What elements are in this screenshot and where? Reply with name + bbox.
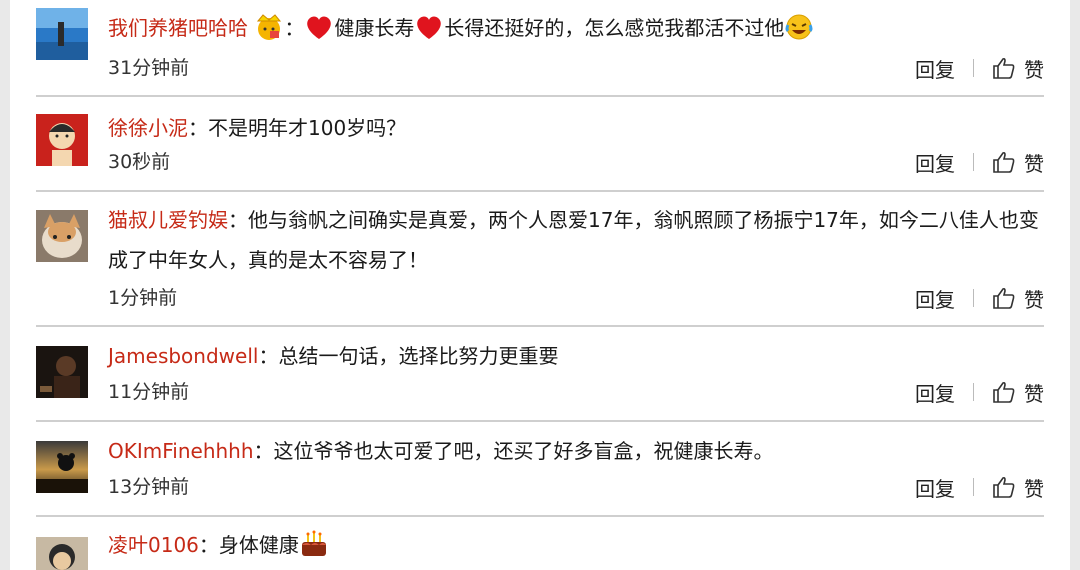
comment-body: 徐徐小泥：不是明年才100岁吗？ bbox=[108, 116, 407, 140]
username-link[interactable]: 我们养猪吧哈哈 bbox=[108, 16, 248, 40]
username-link[interactable]: 徐徐小泥 bbox=[108, 116, 188, 140]
thumbs-up-icon[interactable] bbox=[992, 56, 1016, 80]
comment-text: 这位爷爷也太可爱了吧，还买了好多盲盒，祝健康长寿。 bbox=[273, 439, 774, 463]
comment-body: 我们养猪吧哈哈 ： 健康长寿 长得还挺好的，怎么感觉我都活不过他 bbox=[108, 8, 1044, 48]
divider bbox=[36, 325, 1044, 327]
comment-item: 凌叶0106：身体健康 bbox=[36, 525, 1044, 570]
comment-text: 总结一句话，选择比努力更重要 bbox=[278, 344, 559, 368]
comment-actions: 回复 赞 bbox=[915, 284, 1044, 312]
comment-item: 猫叔儿爱钓娱：他与翁帆之间确实是真爱，两个人恩爱17年，翁帆照顾了杨振宁17年，… bbox=[36, 200, 1044, 318]
divider bbox=[36, 515, 1044, 517]
reply-button[interactable]: 回复 bbox=[915, 473, 955, 502]
reply-button[interactable]: 回复 bbox=[915, 148, 955, 177]
username-link[interactable]: OKImFinehhhh bbox=[108, 439, 254, 463]
comment-text: 健康长寿 bbox=[334, 16, 415, 40]
comment-time: 31分钟前 bbox=[108, 57, 190, 79]
heart-icon bbox=[417, 16, 442, 39]
avatar[interactable] bbox=[36, 441, 88, 493]
thumbs-up-icon[interactable] bbox=[992, 380, 1016, 404]
thumbs-up-icon[interactable] bbox=[992, 475, 1016, 499]
action-separator bbox=[973, 153, 974, 171]
comment-time: 1分钟前 bbox=[108, 287, 178, 309]
like-button[interactable]: 赞 bbox=[1024, 54, 1044, 83]
comment-time: 11分钟前 bbox=[108, 381, 190, 403]
thumbs-up-icon[interactable] bbox=[992, 150, 1016, 174]
action-separator bbox=[973, 383, 974, 401]
comment-actions: 回复 赞 bbox=[915, 54, 1044, 82]
avatar[interactable] bbox=[36, 346, 88, 398]
divider bbox=[36, 190, 1044, 192]
like-button[interactable]: 赞 bbox=[1024, 284, 1044, 313]
divider bbox=[36, 420, 1044, 422]
comment-body: OKImFinehhhh：这位爷爷也太可爱了吧，还买了好多盲盒，祝健康长寿。 bbox=[108, 439, 774, 463]
comment-text: 不是明年才100岁吗？ bbox=[208, 116, 407, 140]
comment-body: 凌叶0106：身体健康 bbox=[108, 525, 1044, 565]
comment-text: 身体健康 bbox=[218, 533, 299, 557]
divider bbox=[36, 95, 1044, 97]
comment-panel: 我们养猪吧哈哈 ： 健康长寿 长得还挺好的，怎么感觉我都活不过他 31分钟前 回 bbox=[10, 0, 1070, 570]
laughing-emoji-icon bbox=[785, 14, 813, 40]
comment-item: 我们养猪吧哈哈 ： 健康长寿 长得还挺好的，怎么感觉我都活不过他 31分钟前 回 bbox=[36, 8, 1044, 88]
comment-body: 猫叔儿爱钓娱：他与翁帆之间确实是真爱，两个人恩爱17年，翁帆照顾了杨振宁17年，… bbox=[108, 208, 1039, 272]
username-link[interactable]: 凌叶0106 bbox=[108, 533, 199, 557]
comment-actions: 回复 赞 bbox=[915, 473, 1044, 501]
comment-text: 他与翁帆之间确实是真爱，两个人恩爱17年，翁帆照顾了杨振宁17年，如今二八佳人也… bbox=[108, 208, 1039, 272]
comment-item: OKImFinehhhh：这位爷爷也太可爱了吧，还买了好多盲盒，祝健康长寿。 1… bbox=[36, 431, 1044, 507]
like-button[interactable]: 赞 bbox=[1024, 148, 1044, 177]
avatar[interactable] bbox=[36, 210, 88, 262]
heart-icon bbox=[307, 16, 332, 39]
reply-button[interactable]: 回复 bbox=[915, 284, 955, 313]
reply-button[interactable]: 回复 bbox=[915, 54, 955, 83]
comment-time: 30秒前 bbox=[108, 151, 171, 173]
action-separator bbox=[973, 478, 974, 496]
comment-actions: 回复 赞 bbox=[915, 148, 1044, 176]
avatar[interactable] bbox=[36, 114, 88, 166]
comment-time: 13分钟前 bbox=[108, 476, 190, 498]
cake-emoji-icon bbox=[301, 530, 326, 556]
comment-text: 长得还挺好的，怎么感觉我都活不过他 bbox=[444, 16, 785, 40]
username-link[interactable]: Jamesbondwell bbox=[108, 344, 258, 368]
avatar[interactable] bbox=[36, 8, 88, 60]
like-button[interactable]: 赞 bbox=[1024, 378, 1044, 407]
username-link[interactable]: 猫叔儿爱钓娱 bbox=[108, 208, 228, 232]
thumbs-up-icon[interactable] bbox=[992, 286, 1016, 310]
comment-item: 徐徐小泥：不是明年才100岁吗？ 30秒前 回复 赞 bbox=[36, 108, 1044, 184]
comment-body: Jamesbondwell：总结一句话，选择比努力更重要 bbox=[108, 344, 559, 368]
action-separator bbox=[973, 289, 974, 307]
action-separator bbox=[973, 59, 974, 77]
comment-item: Jamesbondwell：总结一句话，选择比努力更重要 11分钟前 回复 赞 bbox=[36, 336, 1044, 412]
avatar[interactable] bbox=[36, 537, 88, 570]
reply-button[interactable]: 回复 bbox=[915, 378, 955, 407]
crown-emoji-icon bbox=[257, 14, 282, 40]
like-button[interactable]: 赞 bbox=[1024, 473, 1044, 502]
comment-actions: 回复 赞 bbox=[915, 378, 1044, 406]
